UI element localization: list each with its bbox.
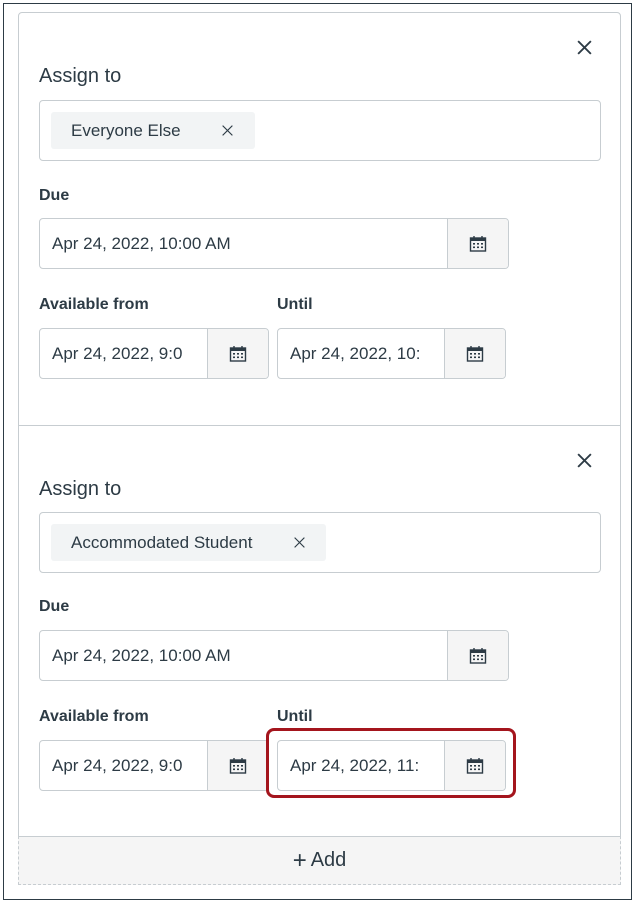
until-label: Until	[277, 296, 313, 313]
available-from-calendar-button[interactable]	[207, 741, 268, 790]
until-input[interactable]: Apr 24, 2022, 11:	[278, 741, 444, 790]
due-date-field[interactable]: Apr 24, 2022, 10:00 AM	[39, 630, 509, 681]
until-label: Until	[277, 708, 313, 725]
available-from-calendar-button[interactable]	[207, 329, 268, 378]
assign-to-heading: Assign to	[39, 478, 122, 500]
assign-to-input[interactable]: Everyone Else	[39, 100, 601, 161]
assignee-tag-label: Everyone Else	[71, 120, 181, 140]
due-date-input[interactable]: Apr 24, 2022, 10:00 AM	[40, 631, 447, 680]
available-from-input[interactable]: Apr 24, 2022, 9:0	[40, 741, 207, 790]
available-from-field[interactable]: Apr 24, 2022, 9:0	[39, 740, 269, 791]
until-input[interactable]: Apr 24, 2022, 10:	[278, 329, 444, 378]
assignee-tag: Everyone Else	[51, 112, 255, 149]
due-calendar-button[interactable]	[447, 631, 508, 680]
calendar-icon	[229, 757, 247, 774]
add-label: Add	[310, 849, 347, 871]
remove-card-button[interactable]	[572, 35, 596, 59]
calendar-icon	[466, 345, 484, 362]
plus-icon: +	[292, 846, 307, 874]
due-label: Due	[39, 187, 70, 204]
due-calendar-button[interactable]	[447, 219, 508, 268]
due-label: Due	[39, 598, 70, 615]
assign-to-heading: Assign to	[39, 65, 122, 87]
assignment-card-1: Assign to Everyone Else Due Apr 24, 2022…	[18, 12, 621, 426]
until-field[interactable]: Apr 24, 2022, 10:	[277, 328, 506, 379]
available-from-label: Available from	[39, 708, 149, 725]
due-date-input[interactable]: Apr 24, 2022, 10:00 AM	[40, 219, 447, 268]
assignee-tag-label: Accommodated Student	[71, 532, 253, 552]
add-assignment-button[interactable]: + Add	[18, 836, 621, 885]
available-from-field[interactable]: Apr 24, 2022, 9:0	[39, 328, 269, 379]
close-icon	[576, 452, 592, 468]
available-from-label: Available from	[39, 296, 149, 313]
calendar-icon	[469, 647, 487, 664]
remove-tag-button[interactable]	[292, 536, 306, 550]
assign-to-input[interactable]: Accommodated Student	[39, 512, 601, 573]
available-from-input[interactable]: Apr 24, 2022, 9:0	[40, 329, 207, 378]
calendar-icon	[229, 345, 247, 362]
close-icon	[576, 39, 592, 55]
due-date-field[interactable]: Apr 24, 2022, 10:00 AM	[39, 218, 509, 269]
remove-tag-icon	[294, 537, 305, 548]
until-calendar-button[interactable]	[444, 741, 505, 790]
remove-card-button[interactable]	[572, 448, 596, 472]
until-field[interactable]: Apr 24, 2022, 11:	[277, 740, 506, 791]
until-calendar-button[interactable]	[444, 329, 505, 378]
remove-tag-icon	[222, 125, 233, 136]
remove-tag-button[interactable]	[221, 124, 235, 138]
assignment-card-2: Assign to Accommodated Student Due Apr 2…	[18, 425, 621, 837]
assignee-tag: Accommodated Student	[51, 524, 327, 561]
calendar-icon	[469, 235, 487, 252]
calendar-icon	[466, 757, 484, 774]
